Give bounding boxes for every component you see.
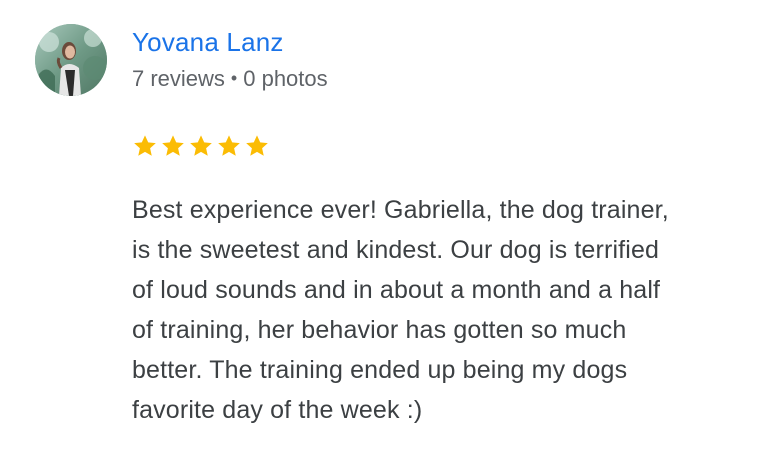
star-icon — [134, 135, 156, 156]
star-rating — [132, 133, 270, 163]
reviewer-avatar[interactable] — [35, 24, 107, 96]
review-text-line: is the sweetest and kindest. Our dog is … — [132, 236, 660, 264]
reviews-count: 7 reviews — [132, 66, 225, 91]
meta-separator: • — [230, 68, 238, 88]
reviewer-name[interactable]: Yovana Lanz — [132, 26, 284, 58]
review-text-line: of training, her behavior has gotten so … — [132, 316, 627, 344]
review-text-line: better. The training ended up being my d… — [132, 356, 628, 384]
star-icon — [190, 135, 212, 156]
star-icon — [162, 135, 184, 156]
review-text-line: of loud sounds and in about a month and … — [132, 276, 661, 304]
photos-count: 0 photos — [243, 66, 328, 91]
star-icon — [218, 135, 240, 156]
star-icon — [246, 135, 268, 156]
reviewer-meta: 7 reviews • 0 photos — [132, 64, 328, 95]
review-text: Best experience ever! Gabriella, the dog… — [132, 190, 752, 430]
review-text-line: favorite day of the week :) — [132, 396, 423, 424]
avatar-photo — [35, 24, 107, 96]
review-card: Yovana Lanz 7 reviews • 0 photos Best expe… — [0, 0, 768, 454]
review-text-line: Best experience ever! Gabriella, the dog… — [132, 196, 669, 224]
